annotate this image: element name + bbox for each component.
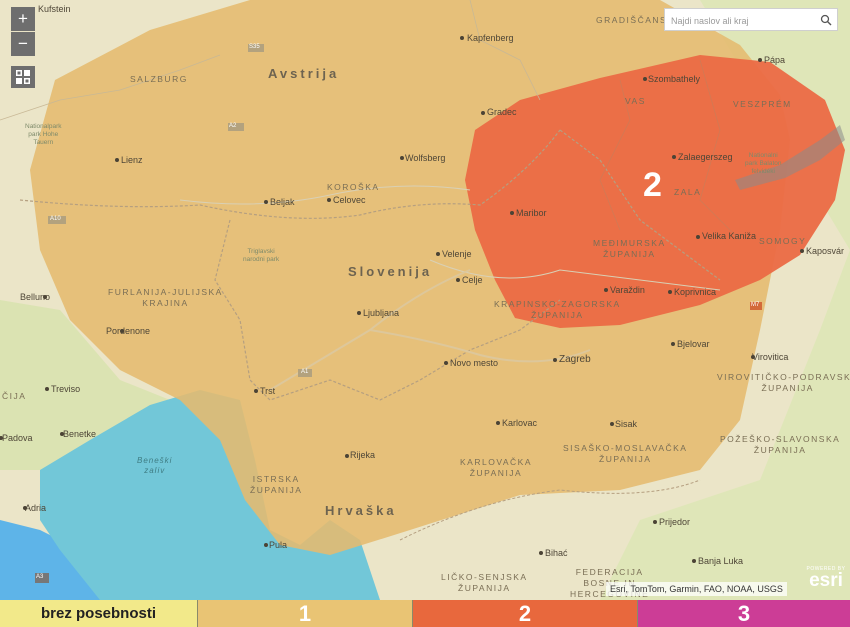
map-attribution: Esri, TomTom, Garmin, FAO, NOAA, USGS xyxy=(606,582,787,596)
region-label: ZALA xyxy=(674,187,702,197)
legend-item-1: 1 xyxy=(198,600,413,627)
basemap-gallery-button[interactable] xyxy=(11,66,35,88)
region-label: KRAPINSKO-ZAGORSKA ŽUPANIJA xyxy=(494,299,621,320)
legend-item-none: brez posebnosti xyxy=(0,600,198,627)
region-label: MEĐIMURSKA ŽUPANIJA xyxy=(593,238,666,259)
city-label: Velika Kaniža xyxy=(702,231,757,241)
city-label: Gradec xyxy=(487,107,517,117)
legend-item-3: 3 xyxy=(638,600,850,627)
city-label: Banja Luka xyxy=(698,556,744,566)
park-label: Nationalni park Balaton felvidéki xyxy=(745,152,782,175)
region-label: FURLANIJA-JULIJSKA KRAJINA xyxy=(108,287,223,308)
city-label: Belluno xyxy=(20,292,51,302)
city-label: Bjelovar xyxy=(677,339,710,349)
park-label: Triglavski narodni park xyxy=(243,248,280,263)
city-label: Novo mesto xyxy=(450,358,499,368)
region-label: SISAŠKO-MOSLAVAČKA ŽUPANIJA xyxy=(563,443,688,464)
region-label: KOROŠKA xyxy=(327,182,380,192)
city-label: Pápa xyxy=(764,55,786,65)
city-label: Virovitica xyxy=(752,352,789,362)
road-shield-label: S35 xyxy=(249,44,260,50)
road-shield-label: A3 xyxy=(36,574,44,580)
city-label: Kapfenberg xyxy=(467,33,514,43)
city-label: Zalaegerszeg xyxy=(678,152,733,162)
region-label: KARLOVAČKA ŽUPANIJA xyxy=(460,457,533,478)
road-shield-label: A2 xyxy=(229,123,237,129)
zone-2-number: 2 xyxy=(643,166,662,204)
road-shield-label: A10 xyxy=(50,216,61,222)
road-shield-label: M7 xyxy=(751,302,760,308)
city-label: Pordenone xyxy=(106,326,151,336)
city-label: Karlovac xyxy=(502,418,538,428)
zoom-out-button[interactable]: − xyxy=(11,32,35,56)
city-label: Prijedor xyxy=(659,517,691,527)
city-label: Kaposvár xyxy=(806,246,845,256)
city-label: Trst xyxy=(260,386,276,396)
region-label: VIROVITIČKO-PODRAVSKA ŽUPANIJA xyxy=(717,372,850,393)
city-label: Zagreb xyxy=(559,354,591,365)
legend-item-2: 2 xyxy=(413,600,638,627)
city-label: Bihać xyxy=(545,548,568,558)
region-label: VAS xyxy=(625,96,646,106)
city-label: Treviso xyxy=(51,384,81,394)
city-label: Wolfsberg xyxy=(405,153,446,163)
city-label: Sisak xyxy=(615,419,638,429)
search-box[interactable] xyxy=(664,8,838,31)
region-label: ČIJA xyxy=(2,391,27,401)
region-label: ISTRSKA ŽUPANIJA xyxy=(250,474,303,495)
road-shield-label: A1 xyxy=(301,369,309,375)
region-label: SALZBURG xyxy=(130,74,188,84)
sea-label: Beneški zaliv xyxy=(137,456,173,475)
city-label: Adria xyxy=(25,503,47,513)
country-label-croatia: Hrvaška xyxy=(325,503,397,518)
esri-logo: POWERED BY esri xyxy=(805,566,847,590)
city-label: Beljak xyxy=(270,197,295,207)
city-label: Pula xyxy=(269,540,288,550)
basemap-grid-icon xyxy=(16,70,30,84)
city-label: Rijeka xyxy=(350,450,376,460)
park-label: Nationalpark park Hohe Tauern xyxy=(25,123,62,146)
city-label: Lienz xyxy=(121,155,143,165)
search-icon[interactable] xyxy=(820,14,832,26)
city-label: Celje xyxy=(462,275,483,285)
city-label: Varaždin xyxy=(610,285,645,295)
city-label: Celovec xyxy=(333,195,366,205)
region-label: SOMOGY xyxy=(759,236,807,246)
region-label: POŽEŠKO-SLAVONSKA ŽUPANIJA xyxy=(720,434,841,455)
city-label: Ljubljana xyxy=(363,308,400,318)
country-label-austria: Avstrija xyxy=(268,66,340,81)
city-label: Maribor xyxy=(516,208,547,218)
search-input[interactable] xyxy=(669,12,818,29)
city-label: Velenje xyxy=(442,249,472,259)
esri-name: esri xyxy=(809,570,843,591)
city-label: Szombathely xyxy=(648,74,701,84)
city-label: Padova xyxy=(2,433,33,443)
zoom-in-button[interactable]: + xyxy=(11,7,35,31)
city-label: Benetke xyxy=(63,429,97,439)
map-canvas[interactable]: Avstrija Slovenija Hrvaška 2 SALZBURG KO… xyxy=(0,0,850,600)
legend-bar: brez posebnosti 1 2 3 xyxy=(0,600,850,627)
city-label: Koprivnica xyxy=(674,287,717,297)
country-label-slovenia: Slovenija xyxy=(348,264,433,279)
region-label: LIČKO-SENJSKA ŽUPANIJA xyxy=(441,572,528,593)
region-label: VESZPRÉM xyxy=(733,99,792,109)
city-label: Kufstein xyxy=(38,4,71,14)
